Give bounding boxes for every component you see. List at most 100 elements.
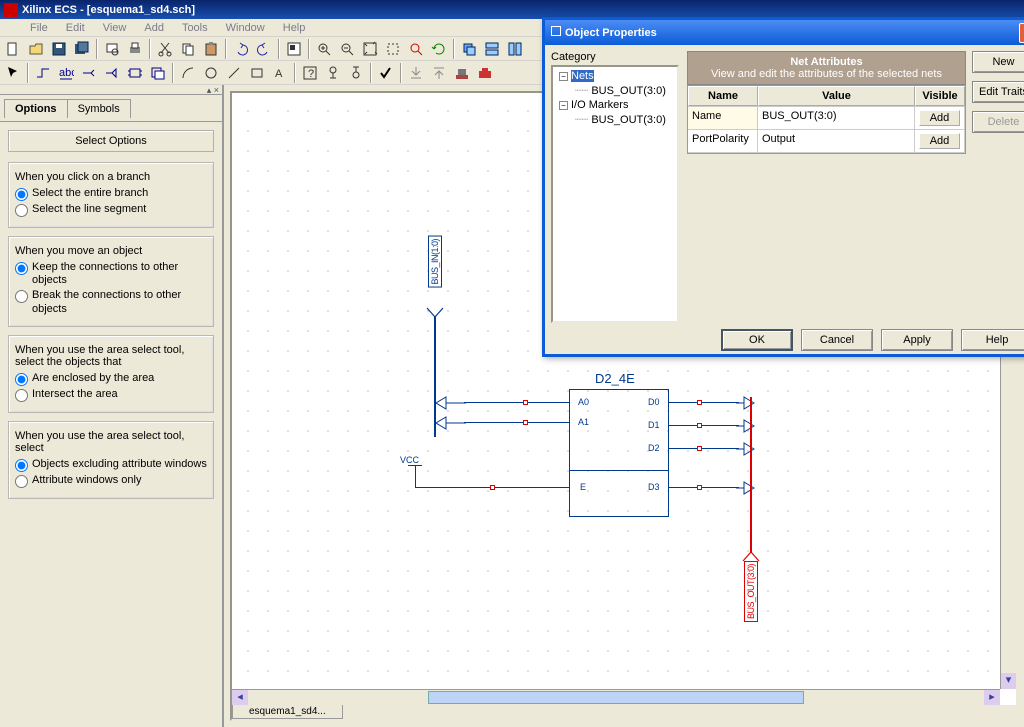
apply-button[interactable]: Apply: [881, 329, 953, 351]
bus-out-marker[interactable]: BUS_OUT(3:0): [744, 561, 758, 622]
help-button[interactable]: Help: [961, 329, 1024, 351]
connection-point[interactable]: [697, 485, 702, 490]
tab-options[interactable]: Options: [4, 99, 68, 118]
close-icon[interactable]: ✕: [1019, 23, 1024, 43]
radio-line-segment[interactable]: [15, 204, 28, 217]
col-value[interactable]: Value: [758, 86, 915, 106]
scroll-down-icon[interactable]: ▾: [1001, 673, 1016, 689]
table-row[interactable]: PortPolarity Output Add: [688, 130, 965, 153]
add-instance-icon[interactable]: [147, 62, 169, 84]
cell-value[interactable]: Output: [758, 130, 915, 152]
add-arc-icon[interactable]: [177, 62, 199, 84]
radio-entire-branch[interactable]: [15, 188, 28, 201]
scroll-left-icon[interactable]: ◂: [232, 690, 248, 706]
add-symbol-icon[interactable]: [124, 62, 146, 84]
menu-edit[interactable]: Edit: [58, 20, 93, 36]
connection-point[interactable]: [490, 485, 495, 490]
legacy-icon[interactable]: [451, 62, 473, 84]
menu-add[interactable]: Add: [136, 20, 172, 36]
tree-nets[interactable]: −Nets: [555, 69, 675, 83]
save-icon[interactable]: [48, 38, 70, 60]
wire[interactable]: [669, 402, 739, 403]
radio-attr-only[interactable]: [15, 475, 28, 488]
new-button[interactable]: New: [972, 51, 1024, 73]
component-box[interactable]: [569, 389, 669, 517]
connection-point[interactable]: [697, 446, 702, 451]
panel-close-icon[interactable]: ▴ ×: [0, 85, 222, 95]
print-icon[interactable]: [124, 38, 146, 60]
scrollbar-thumb[interactable]: [428, 691, 804, 704]
launch-icon[interactable]: [428, 62, 450, 84]
wire[interactable]: [669, 425, 739, 426]
wire[interactable]: [669, 487, 739, 488]
add-wire-icon[interactable]: [32, 62, 54, 84]
window-tile-h-icon[interactable]: [481, 38, 503, 60]
doc-tab[interactable]: esquema1_sd4...: [232, 705, 343, 719]
hierarchy-push-icon[interactable]: [322, 62, 344, 84]
zoom-select-icon[interactable]: [405, 38, 427, 60]
col-visible[interactable]: Visible: [915, 86, 965, 106]
zoom-in-icon[interactable]: [313, 38, 335, 60]
connection-point[interactable]: [697, 400, 702, 405]
new-file-icon[interactable]: [2, 38, 24, 60]
add-circle-icon[interactable]: [200, 62, 222, 84]
radio-intersect[interactable]: [15, 389, 28, 402]
add-visible-button[interactable]: Add: [919, 133, 960, 149]
bus-out-wire[interactable]: [750, 397, 752, 553]
cell-value[interactable]: BUS_OUT(3:0): [758, 107, 915, 129]
paste-icon[interactable]: [200, 38, 222, 60]
col-name[interactable]: Name: [688, 86, 758, 106]
add-line-icon[interactable]: [223, 62, 245, 84]
tree-io-markers[interactable]: −I/O Markers: [555, 98, 675, 112]
wire[interactable]: [669, 448, 739, 449]
bus-in-marker[interactable]: BUS_IN(1:0): [428, 236, 442, 288]
horizontal-scrollbar[interactable]: ◂ ▸: [232, 689, 1000, 705]
redo-icon[interactable]: [253, 38, 275, 60]
add-io-marker-icon[interactable]: [101, 62, 123, 84]
cancel-button[interactable]: Cancel: [801, 329, 873, 351]
add-text-icon[interactable]: A: [269, 62, 291, 84]
window-cascade-icon[interactable]: [458, 38, 480, 60]
connection-point[interactable]: [523, 420, 528, 425]
app-menu-icon[interactable]: [4, 21, 20, 35]
help-about-icon[interactable]: ?: [299, 62, 321, 84]
window-tile-v-icon[interactable]: [504, 38, 526, 60]
wire[interactable]: [464, 402, 569, 403]
add-net-name-icon[interactable]: abc: [55, 62, 77, 84]
connection-point[interactable]: [523, 400, 528, 405]
zoom-area-icon[interactable]: [382, 38, 404, 60]
print-preview-icon[interactable]: [101, 38, 123, 60]
add-rect-icon[interactable]: [246, 62, 268, 84]
tree-io-child[interactable]: ┈┈ BUS_OUT(3:0): [555, 112, 675, 127]
undo-icon[interactable]: [230, 38, 252, 60]
symbol-browser-icon[interactable]: [283, 38, 305, 60]
open-file-icon[interactable]: [25, 38, 47, 60]
radio-break-connections[interactable]: [15, 290, 28, 303]
wire[interactable]: [464, 422, 569, 423]
connection-point[interactable]: [697, 423, 702, 428]
category-tree[interactable]: −Nets ┈┈ BUS_OUT(3:0) −I/O Markers ┈┈ BU…: [551, 65, 679, 323]
menu-file[interactable]: File: [22, 20, 56, 36]
dialog-titlebar[interactable]: Object Properties ✕: [545, 20, 1024, 45]
add-visible-button[interactable]: Add: [919, 110, 960, 126]
generate-icon[interactable]: [405, 62, 427, 84]
table-row[interactable]: Name BUS_OUT(3:0) Add: [688, 107, 965, 130]
menu-help[interactable]: Help: [275, 20, 314, 36]
tab-symbols[interactable]: Symbols: [67, 99, 131, 118]
ok-button[interactable]: OK: [721, 329, 793, 351]
pointer-icon[interactable]: [2, 62, 24, 84]
radio-enclosed[interactable]: [15, 373, 28, 386]
save-all-icon[interactable]: [71, 38, 93, 60]
check-schematic-icon[interactable]: [375, 62, 397, 84]
tree-nets-child[interactable]: ┈┈ BUS_OUT(3:0): [555, 83, 675, 98]
add-bus-tap-icon[interactable]: [78, 62, 100, 84]
radio-exclude-attr[interactable]: [15, 459, 28, 472]
radio-keep-connections[interactable]: [15, 262, 28, 275]
zoom-out-icon[interactable]: [336, 38, 358, 60]
toolbox-icon[interactable]: [474, 62, 496, 84]
scroll-right-icon[interactable]: ▸: [984, 690, 1000, 706]
cut-icon[interactable]: [154, 38, 176, 60]
zoom-fit-icon[interactable]: [359, 38, 381, 60]
menu-tools[interactable]: Tools: [174, 20, 216, 36]
copy-icon[interactable]: [177, 38, 199, 60]
